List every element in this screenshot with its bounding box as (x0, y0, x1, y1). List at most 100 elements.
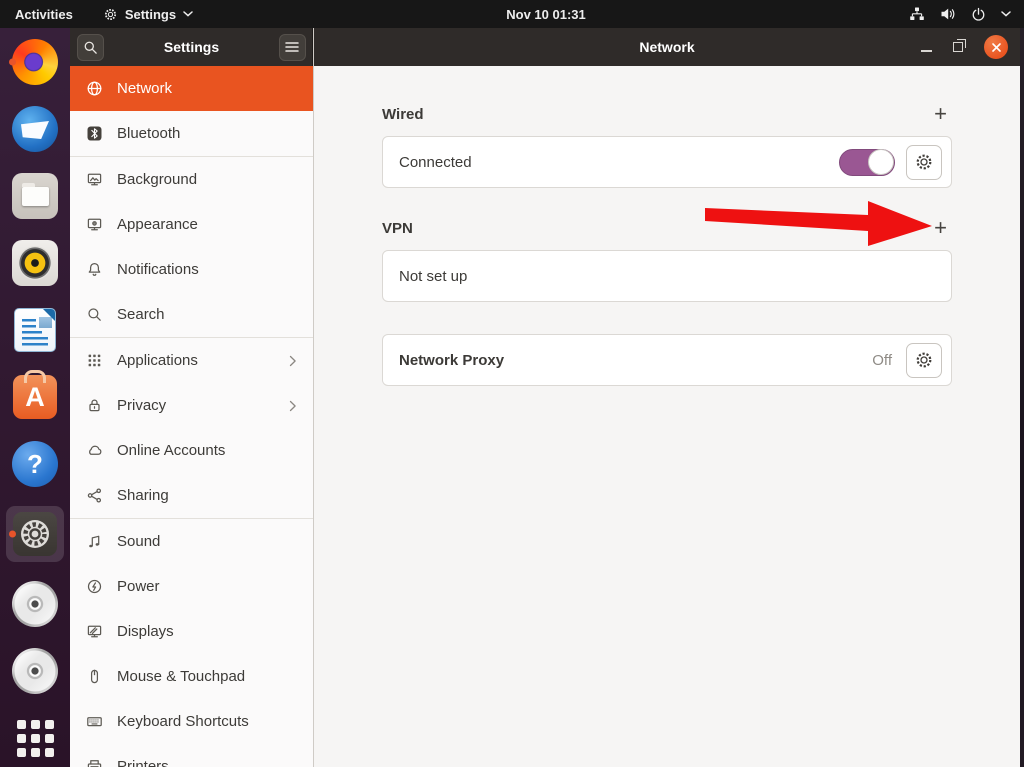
dock-item-settings[interactable] (6, 506, 64, 562)
sidebar-item-search[interactable]: Search (70, 292, 313, 337)
dock-item-ubuntu-software[interactable] (6, 372, 64, 422)
wired-section: Wired + Connected (382, 103, 952, 188)
ubuntu-desktop: Activities Settings Nov 10 01:31 A ? Set… (0, 0, 1024, 767)
sidebar-item-displays[interactable]: Displays (70, 609, 313, 654)
activities-button[interactable]: Activities (0, 0, 88, 28)
chevron-right-icon (289, 400, 298, 412)
network-content: Wired + Connected VPN + Not set up Netwo… (314, 66, 1020, 767)
disc-icon (12, 648, 58, 694)
power-icon (85, 578, 103, 596)
running-indicator (9, 58, 16, 66)
sidebar-item-keyboard-shortcuts[interactable]: Keyboard Shortcuts (70, 699, 313, 744)
sidebar-item-online-accounts[interactable]: Online Accounts (70, 428, 313, 473)
sidebar-title: Settings (163, 39, 220, 55)
sidebar-item-label: Displays (117, 623, 174, 640)
dock-item-firefox[interactable] (6, 37, 64, 87)
dock-item-libreoffice-writer[interactable] (6, 305, 64, 355)
rhythmbox-icon (12, 240, 58, 286)
sidebar-item-network[interactable]: Network (70, 66, 313, 111)
dock-item-help[interactable] (6, 439, 64, 489)
sidebar-item-label: Sharing (117, 487, 169, 504)
sidebar-item-label: Keyboard Shortcuts (117, 713, 249, 730)
sidebar-item-label: Bluetooth (117, 125, 181, 142)
sidebar-item-label: Applications (117, 352, 198, 369)
sidebar-item-power[interactable]: Power (70, 564, 313, 609)
thunderbird-icon (12, 106, 58, 152)
sidebar-item-sound[interactable]: Sound (70, 519, 313, 564)
sidebar-item-privacy[interactable]: Privacy (70, 383, 313, 428)
network-panel: Network Wired + Connected VPN + Not set … (314, 28, 1020, 767)
vpn-add-button[interactable]: + (929, 217, 952, 239)
files-icon (12, 173, 58, 219)
bell-icon (85, 261, 103, 279)
power-icon (971, 7, 986, 22)
sidebar-item-label: Appearance (117, 216, 198, 233)
sidebar-item-label: Notifications (117, 261, 199, 278)
sidebar-headerbar: Settings (70, 28, 313, 66)
wired-section-title: Wired (382, 105, 424, 123)
clock-button[interactable]: Nov 10 01:31 (496, 0, 596, 28)
sidebar-item-notifications[interactable]: Notifications (70, 247, 313, 292)
dock-item-disc-1[interactable] (6, 579, 64, 629)
settings-gear-icon (13, 512, 57, 556)
sidebar-item-mouse-touchpad[interactable]: Mouse & Touchpad (70, 654, 313, 699)
display-icon (85, 623, 103, 641)
sidebar-item-appearance[interactable]: Appearance (70, 202, 313, 247)
sidebar-item-label: Sound (117, 533, 161, 550)
wired-connection-row: Connected (382, 136, 952, 188)
wired-options-button[interactable] (906, 144, 942, 180)
dock-item-files[interactable] (6, 171, 64, 221)
sidebar-item-label: Privacy (117, 397, 167, 414)
sidebar-item-label: Online Accounts (117, 442, 226, 459)
system-status-area[interactable] (909, 0, 1024, 28)
vpn-section: VPN + Not set up (382, 217, 952, 302)
apps-grid-icon (85, 352, 103, 370)
sidebar-item-applications[interactable]: Applications (70, 338, 313, 383)
dock-item-disc-2[interactable] (6, 646, 64, 696)
app-menu-settings[interactable]: Settings (88, 0, 208, 28)
sidebar-item-label: Printers (117, 758, 169, 767)
volume-icon (940, 7, 956, 21)
sidebar-nav: Network Bluetooth Background Appearance … (70, 66, 313, 767)
minimize-button[interactable] (921, 42, 932, 52)
chevron-down-icon (1001, 11, 1011, 17)
wired-add-button[interactable]: + (929, 103, 952, 125)
wired-toggle-switch[interactable] (839, 148, 895, 176)
gear-icon (103, 7, 118, 22)
dock-item-rhythmbox[interactable] (6, 238, 64, 288)
maximize-button[interactable] (953, 39, 966, 52)
sidebar-item-sharing[interactable]: Sharing (70, 473, 313, 518)
proxy-options-button[interactable] (906, 342, 942, 378)
lock-icon (85, 397, 103, 415)
settings-sidebar: Settings Network Bluetooth Background Ap… (70, 28, 314, 767)
libreoffice-writer-icon (14, 308, 56, 352)
close-button[interactable] (984, 35, 1008, 59)
chevron-down-icon (183, 11, 193, 17)
vpn-section-title: VPN (382, 219, 413, 237)
dock-item-thunderbird[interactable] (6, 104, 64, 154)
background-icon (85, 171, 103, 189)
mouse-icon (85, 668, 103, 686)
share-icon (85, 487, 103, 505)
network-proxy-label: Network Proxy (399, 351, 505, 369)
search-button[interactable] (77, 33, 104, 61)
window-title: Network (639, 39, 695, 55)
globe-icon (85, 80, 103, 98)
ubuntu-software-icon (13, 375, 57, 419)
dock (0, 28, 70, 767)
sidebar-item-background[interactable]: Background (70, 157, 313, 202)
hamburger-menu-button[interactable] (278, 33, 306, 61)
running-indicator (9, 530, 16, 538)
appearance-icon (85, 216, 103, 234)
sidebar-item-printers[interactable]: Printers (70, 744, 313, 767)
top-bar: Activities Settings Nov 10 01:31 (0, 0, 1024, 28)
vpn-status-label: Not set up (399, 267, 468, 285)
sidebar-item-bluetooth[interactable]: Bluetooth (70, 111, 313, 156)
sidebar-item-label: Background (117, 171, 198, 188)
app-menu-label: Settings (124, 6, 177, 22)
show-applications-button[interactable] (6, 713, 64, 763)
desktop-edge (1020, 28, 1024, 767)
search-icon (85, 306, 103, 324)
sidebar-item-label: Mouse & Touchpad (117, 668, 246, 685)
vpn-status-row: Not set up (382, 250, 952, 302)
